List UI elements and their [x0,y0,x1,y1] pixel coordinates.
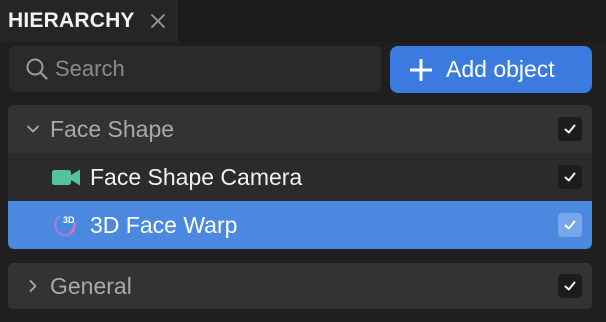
search-input[interactable] [55,46,375,92]
group-general: General [8,263,592,309]
visibility-checkbox[interactable] [558,213,582,237]
visibility-checkbox[interactable] [558,274,582,298]
search-icon [26,58,48,80]
chevron-down-icon[interactable] [26,122,40,136]
add-object-button[interactable]: Add object [390,46,592,93]
add-object-label: Add object [446,56,555,82]
hierarchy-item-3d-face-warp[interactable]: 3D 3D Face Warp [8,201,592,249]
chevron-right-icon[interactable] [26,279,40,293]
camera-icon [52,169,80,186]
tab-title: HIERARCHY [8,9,135,32]
svg-text:3D: 3D [63,215,75,225]
checkmark-icon [564,172,576,182]
hierarchy-item-face-shape-camera[interactable]: Face Shape Camera [8,153,592,201]
group-label: General [50,272,132,299]
item-label: 3D Face Warp [90,211,238,238]
checkmark-icon [564,281,576,291]
visibility-checkbox[interactable] [558,117,582,141]
group-header-general[interactable]: General [8,263,592,309]
group-header-face-shape[interactable]: Face Shape [8,105,592,153]
group-label: Face Shape [50,115,175,142]
search-box[interactable] [9,46,381,92]
tab-hierarchy[interactable]: HIERARCHY [0,0,178,42]
checkmark-icon [564,124,576,134]
item-label: Face Shape Camera [90,163,303,190]
group-face-shape: Face Shape Face Shape Camera 3D 3D Face … [8,105,592,249]
checkmark-icon [564,220,576,230]
face-warp-3d-icon: 3D [54,215,76,237]
plus-icon [410,58,432,81]
close-icon[interactable] [148,11,168,31]
visibility-checkbox[interactable] [558,165,582,189]
hierarchy-panel: HIERARCHY Add object Face Shape [0,0,606,322]
tab-bar: HIERARCHY [0,0,606,42]
